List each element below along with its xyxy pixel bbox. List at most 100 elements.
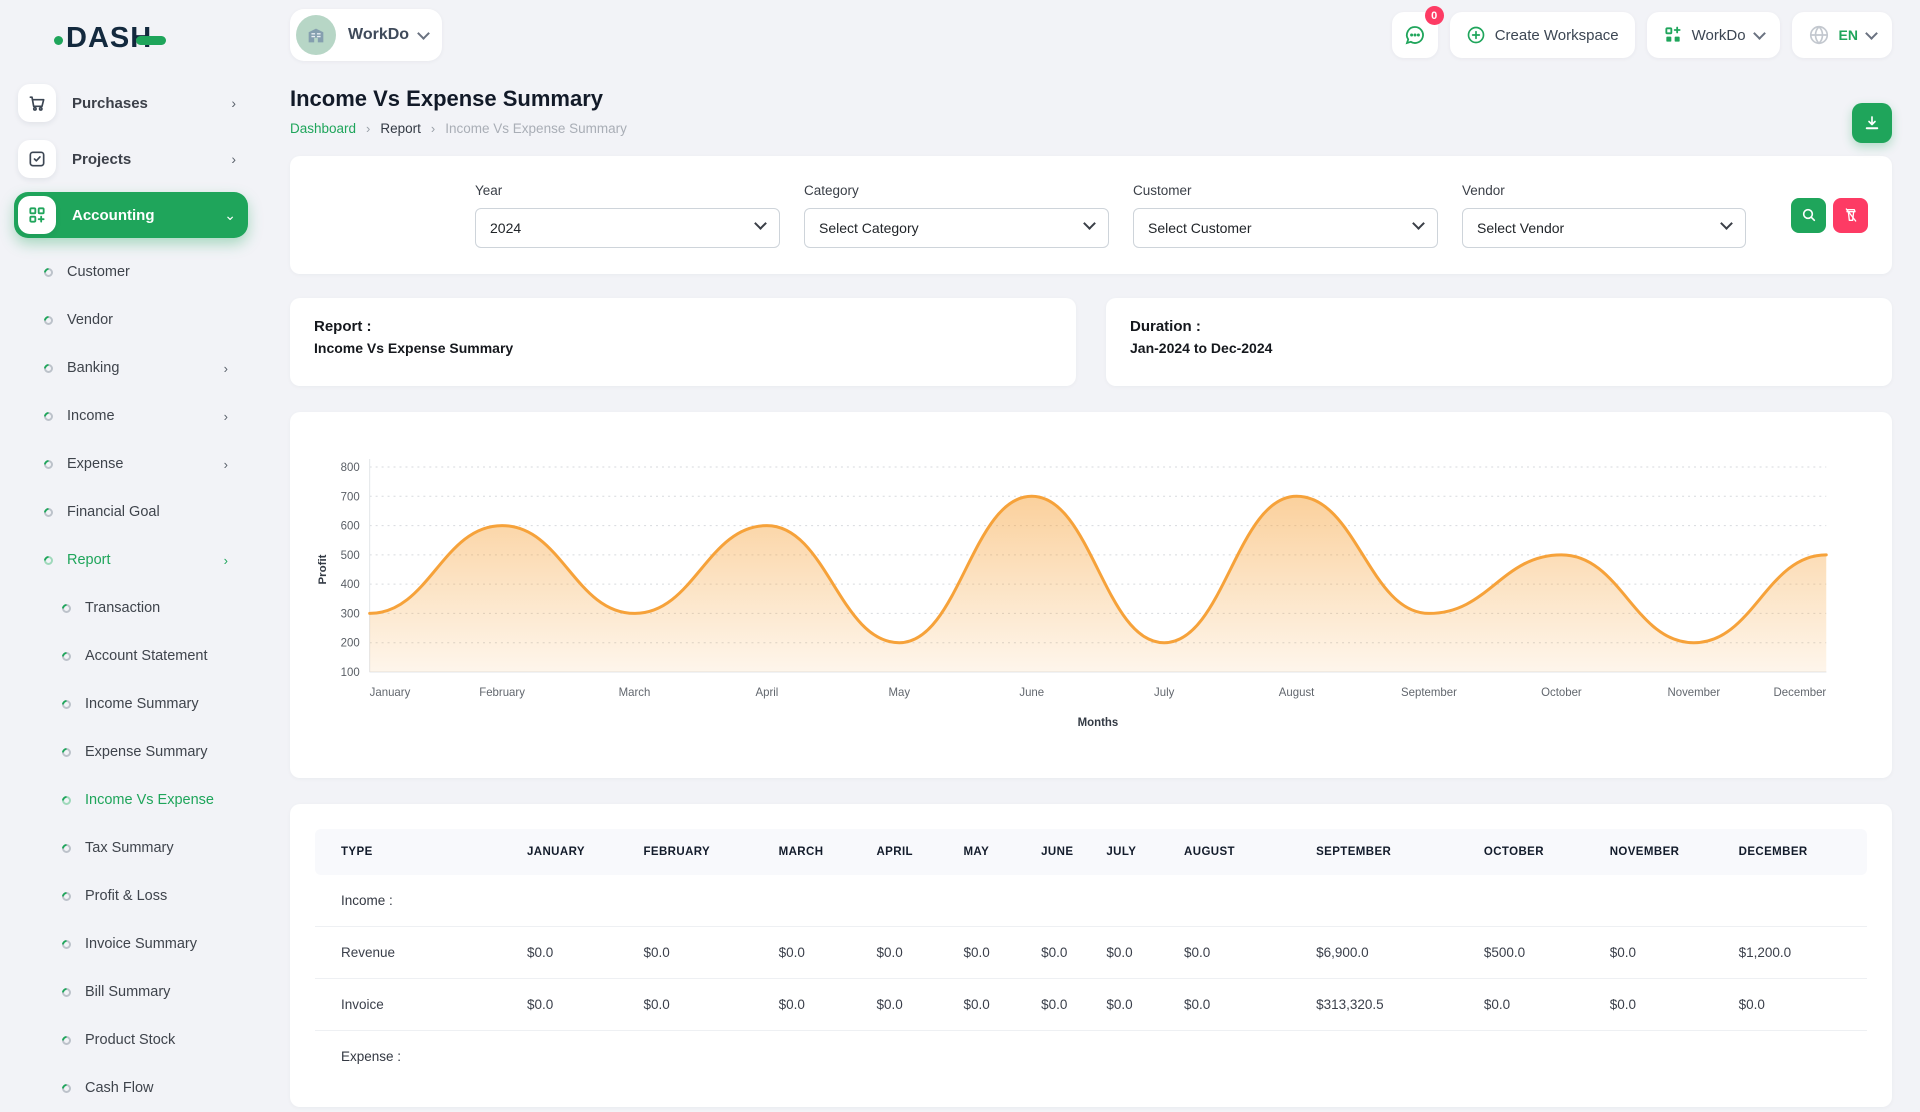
col-september: SEPTEMBER xyxy=(1306,829,1474,875)
sidebar-item-vendor[interactable]: Vendor xyxy=(0,296,262,344)
circle-ring-icon xyxy=(60,1082,73,1095)
year-select[interactable]: 2024 xyxy=(475,208,780,248)
svg-text:July: July xyxy=(1154,687,1175,699)
circle-ring-icon xyxy=(42,458,55,471)
duration-summary-card: Duration : Jan-2024 to Dec-2024 xyxy=(1106,298,1892,386)
sidebar-item-account-statement[interactable]: Account Statement xyxy=(0,632,262,680)
main-content: Income Vs Expense Summary Dashboard › Re… xyxy=(262,70,1920,1080)
workspace-switcher[interactable]: WorkDo xyxy=(290,9,442,61)
sidebar-item-financial-goal[interactable]: Financial Goal xyxy=(0,488,262,536)
summary-row: Report : Income Vs Expense Summary Durat… xyxy=(290,298,1892,386)
sidebar: DASH Purchases › Projects › Accounting ⌄ xyxy=(0,0,262,1080)
svg-text:400: 400 xyxy=(341,579,360,591)
check-square-icon xyxy=(18,140,56,178)
messages-button[interactable]: 0 xyxy=(1392,12,1438,58)
sidebar-item-invoice-summary[interactable]: Invoice Summary xyxy=(0,920,262,968)
income-expense-table: TYPE JANUARY FEBRUARY MARCH APRIL MAY JU… xyxy=(315,829,1867,1082)
download-report-button[interactable] xyxy=(1852,103,1892,143)
circle-ring-icon xyxy=(42,362,55,375)
col-march: MARCH xyxy=(769,829,867,875)
circle-ring-icon xyxy=(42,506,55,519)
language-selector[interactable]: EN xyxy=(1792,12,1892,58)
sidebar-item-expense[interactable]: Expense › xyxy=(0,440,262,488)
table-row: Revenue $0.0 $0.0 $0.0 $0.0 $0.0 $0.0 $0… xyxy=(315,927,1867,979)
circle-ring-icon xyxy=(60,650,73,663)
workdo-menu-button[interactable]: WorkDo xyxy=(1647,12,1780,58)
category-select[interactable]: Select Category xyxy=(804,208,1109,248)
chevron-down-icon: ⌄ xyxy=(224,207,236,224)
profit-chart-card: 100200300400500600700800JanuaryFebruaryM… xyxy=(290,412,1892,778)
workspace-name: WorkDo xyxy=(348,26,409,44)
sidebar-item-profit-loss[interactable]: Profit & Loss xyxy=(0,872,262,920)
sidebar-item-tax-summary[interactable]: Tax Summary xyxy=(0,824,262,872)
page-title: Income Vs Expense Summary xyxy=(290,86,1892,112)
svg-text:800: 800 xyxy=(341,462,360,474)
vendor-select[interactable]: Select Vendor xyxy=(1462,208,1746,248)
sidebar-item-income-vs-expense[interactable]: Income Vs Expense xyxy=(0,776,262,824)
year-label: Year xyxy=(475,183,780,198)
svg-text:November: November xyxy=(1667,687,1720,699)
report-value: Income Vs Expense Summary xyxy=(314,340,1052,356)
grid-plus-icon xyxy=(1663,25,1683,45)
col-december: DECEMBER xyxy=(1729,829,1867,875)
year-field: Year 2024 xyxy=(475,183,780,248)
sidebar-item-purchases[interactable]: Purchases › xyxy=(14,80,248,126)
svg-text:200: 200 xyxy=(341,638,360,650)
breadcrumb-dashboard-link[interactable]: Dashboard xyxy=(290,121,356,136)
sidebar-item-label: Accounting xyxy=(72,207,224,224)
circle-ring-icon xyxy=(60,1034,73,1047)
sidebar-item-accounting[interactable]: Accounting ⌄ xyxy=(14,192,248,238)
report-summary-card: Report : Income Vs Expense Summary xyxy=(290,298,1076,386)
svg-text:October: October xyxy=(1541,687,1582,699)
category-label: Category xyxy=(804,183,1109,198)
chevron-right-icon: › xyxy=(231,151,236,167)
search-icon xyxy=(1801,207,1817,223)
income-group-row: Income : xyxy=(315,875,1867,927)
sidebar-item-report[interactable]: Report › xyxy=(0,536,262,584)
sidebar-item-bill-summary[interactable]: Bill Summary xyxy=(0,968,262,1016)
profit-area-chart: 100200300400500600700800JanuaryFebruaryM… xyxy=(312,430,1870,760)
logo-dash-icon xyxy=(136,36,166,45)
svg-text:January: January xyxy=(370,687,411,699)
breadcrumb-report-link[interactable]: Report xyxy=(380,121,421,136)
svg-text:600: 600 xyxy=(341,521,360,533)
sidebar-item-product-stock[interactable]: Product Stock xyxy=(0,1016,262,1064)
sidebar-item-cash-flow[interactable]: Cash Flow xyxy=(0,1064,262,1112)
chevron-right-icon: › xyxy=(366,121,370,136)
cart-icon xyxy=(18,84,56,122)
col-november: NOVEMBER xyxy=(1600,829,1729,875)
vendor-label: Vendor xyxy=(1462,183,1746,198)
svg-text:Months: Months xyxy=(1078,717,1119,729)
sidebar-item-expense-summary[interactable]: Expense Summary xyxy=(0,728,262,776)
svg-text:300: 300 xyxy=(341,608,360,620)
sidebar-item-income[interactable]: Income › xyxy=(0,392,262,440)
top-header: WorkDo 0 Create Workspace WorkDo EN xyxy=(262,0,1920,70)
create-workspace-button[interactable]: Create Workspace xyxy=(1450,12,1635,58)
chevron-right-icon: › xyxy=(224,361,228,376)
chat-icon xyxy=(1403,23,1427,47)
app-logo[interactable]: DASH xyxy=(0,18,262,58)
sidebar-item-banking[interactable]: Banking › xyxy=(0,344,262,392)
sidebar-item-transaction[interactable]: Transaction xyxy=(0,584,262,632)
reset-filter-button[interactable] xyxy=(1833,198,1868,233)
report-label: Report : xyxy=(314,318,1052,335)
col-type: TYPE xyxy=(315,829,517,875)
svg-text:700: 700 xyxy=(341,491,360,503)
apply-filter-button[interactable] xyxy=(1791,198,1826,233)
circle-ring-icon xyxy=(42,410,55,423)
chevron-right-icon: › xyxy=(224,457,228,472)
circle-ring-icon xyxy=(60,698,73,711)
circle-ring-icon xyxy=(60,938,73,951)
download-icon xyxy=(1863,114,1881,132)
circle-ring-icon xyxy=(60,746,73,759)
sidebar-item-projects[interactable]: Projects › xyxy=(14,136,248,182)
chevron-right-icon: › xyxy=(231,95,236,111)
sidebar-item-income-summary[interactable]: Income Summary xyxy=(0,680,262,728)
chevron-right-icon: › xyxy=(224,409,228,424)
customer-select[interactable]: Select Customer xyxy=(1133,208,1438,248)
sidebar-item-customer[interactable]: Customer xyxy=(0,248,262,296)
col-january: JANUARY xyxy=(517,829,634,875)
expense-group-row: Expense : xyxy=(315,1031,1867,1083)
svg-text:February: February xyxy=(479,687,525,699)
svg-text:100: 100 xyxy=(341,667,360,679)
